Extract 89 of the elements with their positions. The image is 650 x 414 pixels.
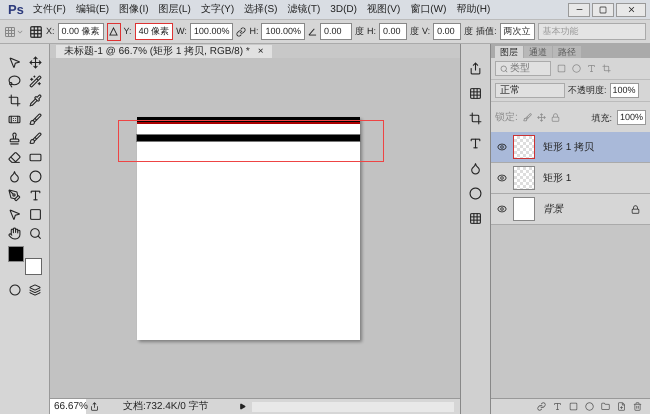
- blur-icon[interactable]: [8, 170, 20, 183]
- text-icon[interactable]: [28, 189, 42, 202]
- field-label: 填充:: [591, 113, 612, 123]
- eraser-icon[interactable]: [8, 151, 20, 164]
- trash-icon[interactable]: [633, 402, 642, 411]
- field-label: V:: [422, 24, 430, 38]
- eyedropper-icon[interactable]: [28, 94, 42, 107]
- layer-name: 矩形 1: [543, 172, 572, 186]
- close-icon[interactable]: [616, 2, 646, 16]
- reference-point-icon[interactable]: [29, 24, 43, 38]
- y-field[interactable]: 40 像素: [134, 23, 174, 40]
- menu-item[interactable]: 帮助(H): [451, 2, 496, 17]
- pen-icon[interactable]: [8, 189, 20, 202]
- menu-item[interactable]: 选择(S): [239, 2, 282, 17]
- pointer-icon[interactable]: [8, 208, 20, 221]
- link-icon[interactable]: [236, 26, 246, 36]
- export-icon[interactable]: [90, 402, 99, 411]
- menu-arrow-icon[interactable]: [239, 403, 246, 410]
- background-color-swatch[interactable]: [24, 258, 42, 275]
- brush-icon[interactable]: [28, 113, 42, 126]
- panel-tab[interactable]: 图层: [495, 46, 523, 58]
- filter-dropdown[interactable]: 类型: [495, 61, 551, 76]
- foreground-color-swatch[interactable]: [8, 246, 24, 262]
- search-icon: [500, 64, 508, 72]
- panel-tab[interactable]: 通道: [524, 46, 552, 58]
- menu-item[interactable]: 图像(I): [114, 2, 154, 17]
- panel-tab[interactable]: 路径: [553, 46, 581, 58]
- field-label: W:: [176, 24, 187, 38]
- layer-thumbnail: [513, 166, 535, 190]
- field-label: 不透明度:: [568, 84, 607, 97]
- layer-row[interactable]: 背景: [491, 194, 650, 225]
- layer-name: 背景: [543, 202, 563, 216]
- folder-icon[interactable]: [601, 402, 610, 411]
- menu-item[interactable]: 图层(L): [154, 2, 196, 17]
- crop-icon[interactable]: [8, 94, 20, 107]
- maximize-icon[interactable]: [592, 2, 614, 16]
- menu-item[interactable]: 编辑(E): [70, 2, 114, 17]
- lock-label: 锁定:: [495, 110, 518, 124]
- fill-field[interactable]: 100%: [616, 110, 646, 124]
- angle-field[interactable]: 0.00: [320, 23, 352, 40]
- x-field[interactable]: 0.00 像素: [58, 23, 104, 40]
- zoom-field[interactable]: 66.67%: [50, 399, 86, 414]
- menu-item[interactable]: 文件(F): [28, 2, 71, 17]
- lasso-icon[interactable]: [8, 75, 20, 88]
- grid-icon[interactable]: [469, 212, 482, 225]
- field-label: X:: [46, 24, 55, 38]
- app-logo: Ps: [7, 0, 25, 19]
- layer-thumbnail: [513, 197, 535, 221]
- interpolation-dropdown[interactable]: 两次立: [500, 23, 535, 40]
- skew-v-field[interactable]: 0.00: [433, 23, 462, 40]
- field-label: 度: [354, 24, 364, 38]
- tab-close-icon[interactable]: ×: [258, 45, 264, 58]
- field-label: 度: [410, 24, 419, 38]
- h-field[interactable]: 100.00%: [261, 23, 305, 40]
- eye-icon[interactable]: [497, 204, 507, 214]
- field-label: 度: [464, 24, 474, 38]
- skew-h-field[interactable]: 0.00: [378, 23, 407, 40]
- character-icon[interactable]: [469, 137, 482, 150]
- field-label: H:: [366, 24, 376, 38]
- move-icon[interactable]: [28, 56, 42, 69]
- layer-thumbnail: [513, 135, 535, 159]
- document-info: 文档:732.4K/0 字节: [123, 400, 210, 414]
- layer-row[interactable]: 矩形 1 拷贝: [491, 132, 650, 163]
- zoom-icon[interactable]: [28, 227, 42, 240]
- wand-icon[interactable]: [28, 75, 42, 88]
- document-tab[interactable]: 未标题-1 @ 66.7% (矩形 1 拷贝, RGB/8) * ×: [56, 45, 272, 58]
- menu-item[interactable]: 文字(Y): [196, 2, 240, 17]
- menu-item[interactable]: 3D(D): [325, 2, 362, 17]
- opacity-field[interactable]: 100%: [610, 83, 639, 98]
- healing-icon[interactable]: [8, 113, 20, 126]
- angle-icon: [308, 27, 317, 36]
- filter-text: 类型: [510, 62, 530, 75]
- link-icon[interactable]: [537, 402, 546, 411]
- blend-mode-dropdown[interactable]: 正常: [495, 83, 565, 98]
- field-label: 插值:: [476, 24, 497, 38]
- hand-icon[interactable]: [8, 227, 20, 240]
- stamp-icon[interactable]: [8, 132, 20, 145]
- menu-item[interactable]: 视图(V): [362, 2, 406, 17]
- w-field[interactable]: 100.00%: [190, 23, 234, 40]
- new-layer-icon[interactable]: [617, 402, 626, 411]
- menu-item[interactable]: 滤镜(T): [282, 2, 326, 17]
- field-label: Y:: [124, 24, 132, 38]
- layer-name: 矩形 1 拷贝: [543, 140, 594, 154]
- field-label: H:: [249, 24, 258, 38]
- eye-icon[interactable]: [497, 173, 507, 183]
- menu-item[interactable]: 窗口(W): [405, 2, 452, 17]
- layer-row[interactable]: 矩形 1: [491, 163, 650, 194]
- eye-icon[interactable]: [497, 142, 507, 152]
- shape-icon[interactable]: [28, 208, 42, 221]
